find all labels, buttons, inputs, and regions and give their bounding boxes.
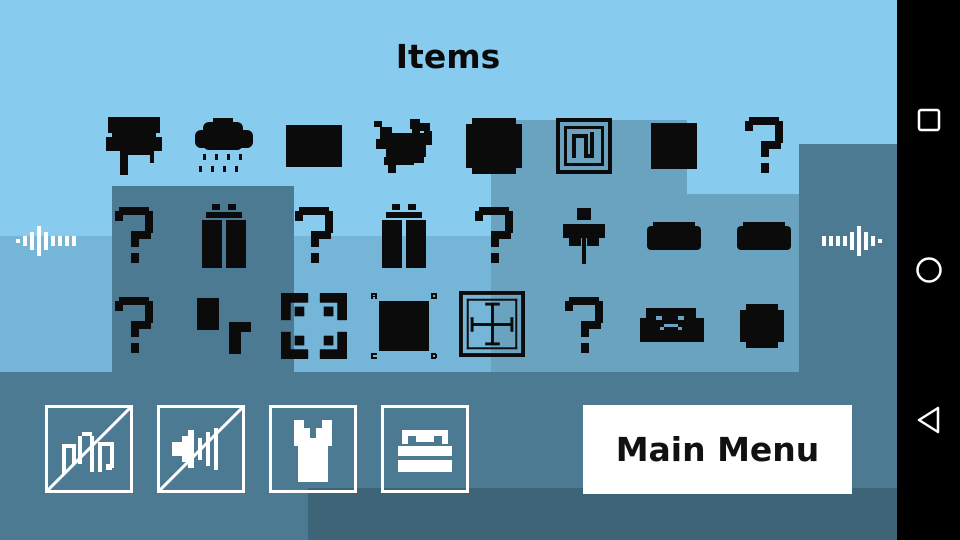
triangle-back-icon xyxy=(917,406,939,434)
sound-toggle-button[interactable] xyxy=(157,405,245,493)
question-mark-icon[interactable] xyxy=(101,293,167,359)
toolbox-icon xyxy=(398,430,452,472)
battery-icon[interactable] xyxy=(371,203,437,269)
music-toggle-button[interactable] xyxy=(45,405,133,493)
system-nav-bar xyxy=(897,0,960,540)
main-menu-button[interactable]: Main Menu xyxy=(583,405,852,494)
prev-page-arrow-icon[interactable] xyxy=(12,221,78,261)
question-mark-icon[interactable] xyxy=(101,203,167,269)
page-title: Items xyxy=(395,37,501,76)
shirt-icon xyxy=(294,420,332,482)
game-screen: Items Main Menu xyxy=(0,0,897,540)
flower-sprite-icon[interactable] xyxy=(551,203,617,269)
music-off-icon xyxy=(48,408,130,490)
question-mark-icon[interactable] xyxy=(551,293,617,359)
back-button[interactable] xyxy=(897,390,960,450)
bg-tower-far-right xyxy=(799,144,897,380)
abcd-square-icon[interactable] xyxy=(371,293,437,359)
rounded-square-icon[interactable] xyxy=(729,293,795,359)
bread-loaf-icon[interactable] xyxy=(641,203,707,269)
black-blob-icon[interactable] xyxy=(461,113,527,179)
bread-loaf-icon[interactable] xyxy=(731,203,797,269)
circle-home-icon xyxy=(915,257,942,283)
splat-creature-icon[interactable] xyxy=(371,113,437,179)
recents-button[interactable] xyxy=(897,90,960,150)
black-square-icon[interactable] xyxy=(641,113,707,179)
toolbox-button[interactable] xyxy=(381,405,469,493)
paint-roller-icon[interactable] xyxy=(101,113,167,179)
tetromino-icon[interactable] xyxy=(191,293,257,359)
main-menu-label: Main Menu xyxy=(615,430,820,469)
bg-ground-dark xyxy=(308,488,897,540)
question-mark-icon[interactable] xyxy=(731,113,797,179)
crosshair-frame-icon[interactable] xyxy=(459,291,525,357)
frowning-rock-icon[interactable] xyxy=(639,293,705,359)
question-mark-icon[interactable] xyxy=(461,203,527,269)
home-button[interactable] xyxy=(897,240,960,300)
battery-icon[interactable] xyxy=(191,203,257,269)
black-rectangle-icon[interactable] xyxy=(281,113,347,179)
four-corners-frame-icon[interactable] xyxy=(281,293,347,359)
sound-off-icon xyxy=(160,408,242,490)
next-page-arrow-icon[interactable] xyxy=(820,221,886,261)
shirt-button[interactable] xyxy=(269,405,357,493)
framed-music-icon[interactable] xyxy=(551,113,617,179)
square-recents-icon xyxy=(917,108,940,132)
rain-cloud-icon[interactable] xyxy=(191,113,257,179)
question-mark-icon[interactable] xyxy=(281,203,347,269)
